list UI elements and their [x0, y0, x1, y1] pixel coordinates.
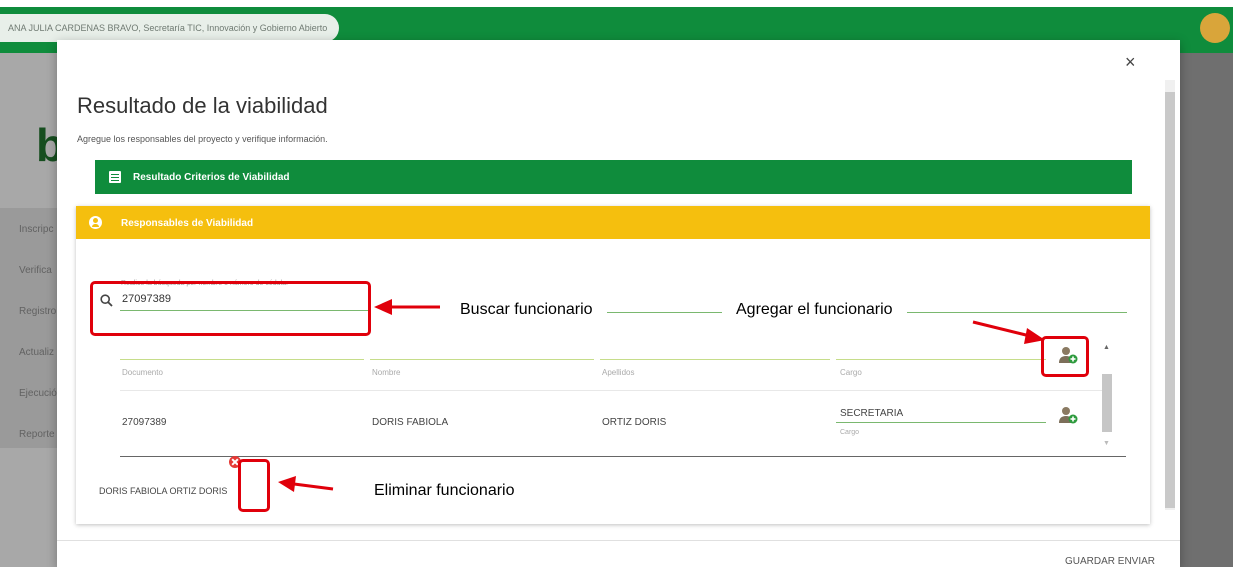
table-cell-nombre: DORIS FABIOLA	[372, 417, 449, 428]
responsables-header[interactable]: Responsables de Viabilidad	[76, 206, 1150, 239]
col-line	[600, 359, 830, 360]
cargo-underline	[836, 422, 1046, 423]
annotation-box-search	[90, 281, 371, 336]
cargo-input[interactable]: SECRETARIA	[840, 408, 903, 419]
table-scrollbar[interactable]: ▲ ▼	[1100, 344, 1113, 450]
annotation-eliminar: Eliminar funcionario	[360, 477, 529, 505]
annotation-agregar: Agregar el funcionario	[722, 296, 907, 324]
criteria-section-header[interactable]: Resultado Criterios de Viabilidad	[95, 160, 1132, 194]
criteria-section-label: Resultado Criterios de Viabilidad	[133, 172, 290, 183]
modal-scroll-thumb[interactable]	[1165, 92, 1175, 508]
page-subtitle: Agregue los responsables del proyecto y …	[77, 134, 328, 144]
table-cell-apellidos: ORTIZ DORIS	[602, 417, 667, 428]
avatar[interactable]	[1200, 13, 1230, 43]
cargo-field-label: Cargo	[840, 429, 860, 436]
column-header-documento: Documento	[122, 368, 163, 377]
col-line	[370, 359, 594, 360]
guardar-enviar-button[interactable]: GUARDAR ENVIAR	[1065, 556, 1155, 567]
user-add-icon[interactable]	[1058, 406, 1078, 424]
column-header-cargo: Cargo	[840, 368, 862, 377]
close-icon[interactable]: ×	[1125, 52, 1136, 73]
footer-divider	[57, 540, 1180, 541]
user-chip[interactable]: ANA JULIA CARDENAS BRAVO, Secretaría TIC…	[0, 14, 340, 42]
table-bottom-border	[120, 456, 1126, 457]
page-title: Resultado de la viabilidad	[77, 93, 328, 118]
table-row-divider	[120, 390, 1106, 391]
scroll-down-icon[interactable]: ▼	[1103, 440, 1110, 447]
responsables-header-label: Responsables de Viabilidad	[121, 218, 254, 229]
col-line	[836, 359, 1046, 360]
col-line	[120, 359, 364, 360]
annotation-box-remove	[238, 459, 270, 512]
column-header-nombre: Nombre	[372, 368, 401, 377]
scroll-up-icon[interactable]: ▲	[1103, 344, 1110, 351]
annotation-buscar: Buscar funcionario	[446, 296, 607, 324]
user-circle-icon	[89, 216, 102, 229]
selected-funcionario: DORIS FABIOLA ORTIZ DORIS	[99, 486, 228, 496]
column-header-apellidos: Apellidos	[602, 368, 635, 377]
table-cell-documento: 27097389	[122, 417, 167, 428]
list-icon	[109, 171, 121, 183]
annotation-box-add	[1041, 336, 1089, 377]
modal-scrollbar[interactable]	[1165, 80, 1175, 510]
table-scroll-thumb[interactable]	[1102, 374, 1112, 432]
